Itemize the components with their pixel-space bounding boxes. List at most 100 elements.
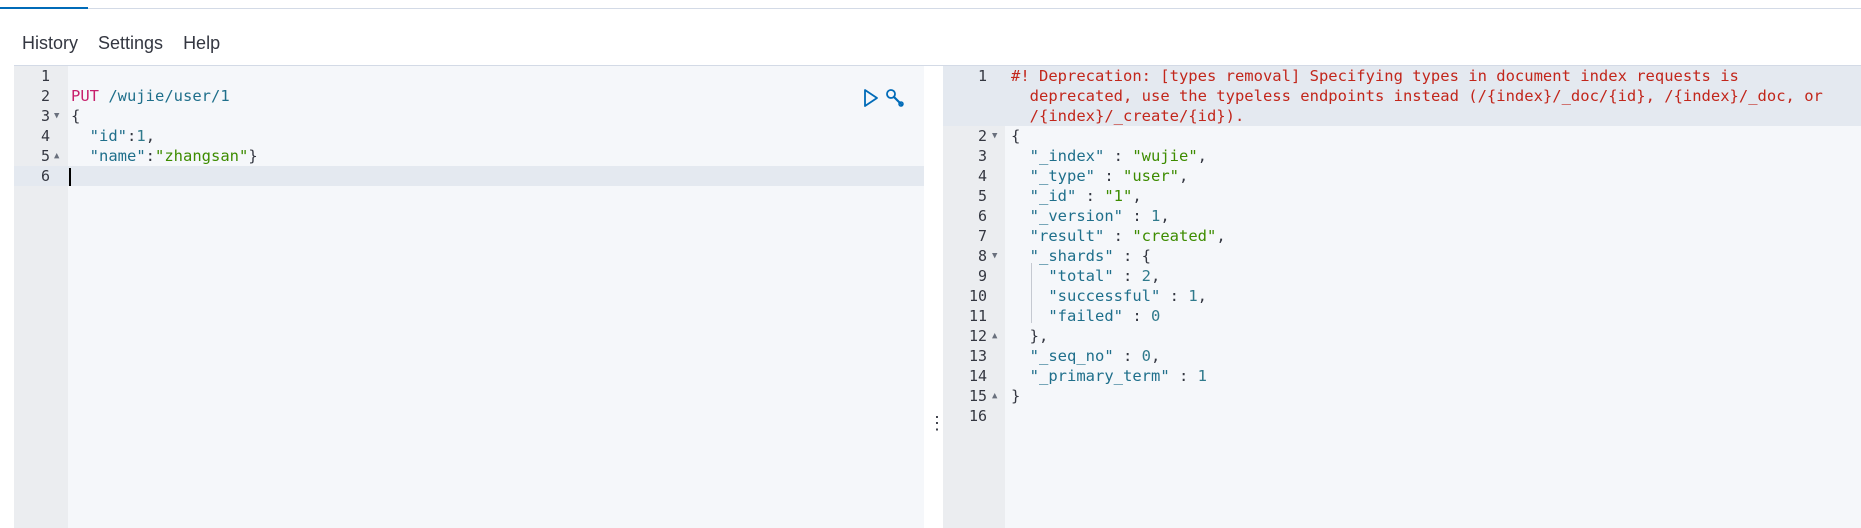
json-key: "_type" xyxy=(1029,167,1095,185)
json-key: "failed" xyxy=(1048,307,1123,325)
json-value: 2 xyxy=(1141,267,1151,285)
json-trail: , xyxy=(1197,287,1207,305)
json-colon: : xyxy=(145,147,156,165)
menu-settings[interactable]: Settings xyxy=(88,33,173,54)
json-trail: } xyxy=(248,147,258,165)
editor-line[interactable]: 5 ▲ "name":"zhangsan"} xyxy=(14,146,924,166)
active-tab-indicator xyxy=(0,7,88,9)
json-key: "name" xyxy=(89,147,146,165)
request-path: /wujie/user/1 xyxy=(108,87,230,105)
json-value: 1 xyxy=(1197,367,1207,385)
line-number: 7 xyxy=(977,227,987,245)
console-menu: History Settings Help xyxy=(12,28,230,58)
line-content: "_type" : "user", xyxy=(1011,166,1851,186)
json-key: "_seq_no" xyxy=(1029,347,1114,365)
line-number: 6 xyxy=(977,207,987,225)
indent-guide xyxy=(1031,263,1032,323)
json-trail: , xyxy=(1216,227,1226,245)
json-key: "total" xyxy=(1048,267,1114,285)
json-colon: : xyxy=(1113,347,1142,365)
json-value: "zhangsan" xyxy=(155,147,249,165)
line-number: 6 xyxy=(40,167,50,185)
line-content: "id":1, xyxy=(71,126,155,146)
json-trail: , xyxy=(1151,267,1161,285)
line-content: "_seq_no" : 0, xyxy=(1011,346,1851,366)
response-line: 6 "_version" : 1, xyxy=(943,206,1861,226)
menu-help[interactable]: Help xyxy=(173,33,230,54)
line-number: 9 xyxy=(977,267,987,285)
response-line: 11 "failed" : 0 xyxy=(943,306,1861,326)
json-trail: , xyxy=(1160,207,1170,225)
request-line: PUT /wujie/user/1 xyxy=(71,86,230,106)
response-line: 2 ▼ { xyxy=(943,126,1861,146)
json-colon: : xyxy=(1169,367,1198,385)
fold-open-icon[interactable]: ▼ xyxy=(54,106,59,126)
editor-line[interactable]: 3 ▼ { xyxy=(14,106,924,126)
json-trail: , xyxy=(145,127,156,145)
json-value: "1" xyxy=(1104,187,1133,205)
line-content: "result" : "created", xyxy=(1011,226,1851,246)
response-line: 7 "result" : "created", xyxy=(943,226,1861,246)
line-text: }, xyxy=(1029,327,1049,345)
line-number: 1 xyxy=(977,67,987,85)
fold-close-icon[interactable]: ▲ xyxy=(992,326,997,346)
json-value: "user" xyxy=(1123,167,1179,185)
json-key: "successful" xyxy=(1048,287,1161,305)
response-line: 12 ▲ }, xyxy=(943,326,1861,346)
http-method: PUT xyxy=(71,87,99,105)
json-value: "wujie" xyxy=(1132,147,1198,165)
wrench-icon[interactable] xyxy=(884,87,906,109)
menu-history[interactable]: History xyxy=(12,33,88,54)
response-line: 10 "successful" : 1, xyxy=(943,286,1861,306)
response-viewer[interactable]: 1 #! Deprecation: [types removal] Specif… xyxy=(943,66,1861,528)
line-content: "_index" : "wujie", xyxy=(1011,146,1851,166)
line-number: 2 xyxy=(40,87,50,105)
line-number: 5 xyxy=(40,147,50,165)
editor-line-active[interactable]: 6 xyxy=(14,166,924,186)
fold-open-icon[interactable]: ▼ xyxy=(992,246,997,266)
response-line: 14 "_primary_term" : 1 xyxy=(943,366,1861,386)
json-value: "created" xyxy=(1132,227,1217,245)
json-key: "_id" xyxy=(1029,187,1077,205)
json-colon: : xyxy=(1160,287,1189,305)
request-editor[interactable]: 1 2 PUT /wujie/user/1 3 ▼ { 4 "id":1, 5 … xyxy=(14,66,924,528)
line-content: } xyxy=(1011,387,1021,405)
json-key: "_index" xyxy=(1029,147,1105,165)
line-number: 15 xyxy=(968,387,987,405)
line-number: 5 xyxy=(977,187,987,205)
response-line: 9 "total" : 2, xyxy=(943,266,1861,286)
line-content: { xyxy=(71,107,81,125)
json-key: "_primary_term" xyxy=(1029,367,1170,385)
line-content: { xyxy=(1011,127,1021,145)
json-value: 1 xyxy=(1151,207,1161,225)
line-content: "failed" : 0 xyxy=(1011,306,1851,326)
drag-handle-icon[interactable]: ⋮ xyxy=(928,411,946,435)
play-icon[interactable] xyxy=(859,87,881,109)
line-number: 2 xyxy=(977,127,987,145)
editor-line[interactable]: 2 PUT /wujie/user/1 xyxy=(14,86,924,106)
json-colon: : xyxy=(1113,267,1142,285)
fold-close-icon[interactable]: ▲ xyxy=(54,146,59,166)
response-line: 8 ▼ "_shards" : { xyxy=(943,246,1861,266)
editor-line[interactable]: 1 xyxy=(14,66,924,86)
deprecation-warning: #! Deprecation: [types removal] Specifyi… xyxy=(1011,67,1823,125)
json-value: 1 xyxy=(136,127,146,145)
json-colon: : xyxy=(1076,187,1105,205)
editor-line[interactable]: 4 "id":1, xyxy=(14,126,924,146)
json-value: 1 xyxy=(1188,287,1198,305)
json-colon: : xyxy=(1095,167,1123,185)
line-content: "_id" : "1", xyxy=(1011,186,1851,206)
line-number: 16 xyxy=(968,407,987,425)
json-colon: : xyxy=(1104,227,1133,245)
json-trail: , xyxy=(1197,147,1207,165)
fold-close-icon[interactable]: ▲ xyxy=(992,386,997,406)
json-value: { xyxy=(1141,247,1152,265)
fold-open-icon[interactable]: ▼ xyxy=(992,126,997,146)
line-content: "_version" : 1, xyxy=(1011,206,1851,226)
line-number: 4 xyxy=(40,127,50,145)
json-trail: , xyxy=(1132,187,1142,205)
top-tab-border xyxy=(0,8,1861,9)
json-colon: : xyxy=(127,127,137,145)
line-number: 12 xyxy=(968,327,987,345)
response-line: 15 ▲ } xyxy=(943,386,1861,406)
